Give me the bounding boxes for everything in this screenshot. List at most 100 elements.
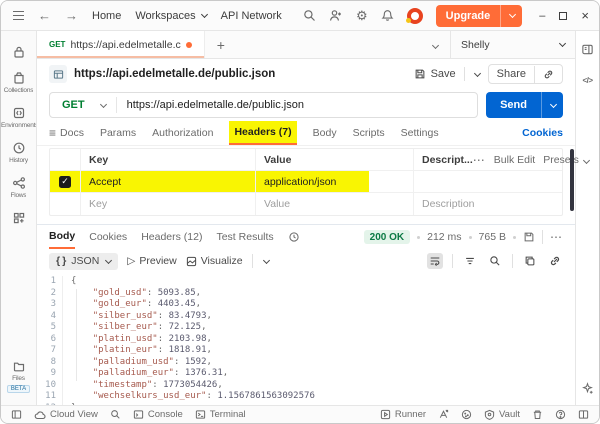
method-selector[interactable]: GET [50,99,116,111]
code-line: "palladium_eur": 1376.31, [71,368,575,380]
url-input[interactable]: https://api.edelmetalle.de/public.json [117,99,477,111]
tab-overview-chevron-icon[interactable] [419,39,450,51]
postbot-icon[interactable] [581,382,594,395]
sidebar-item-history[interactable]: History [1,135,37,170]
save-response-icon[interactable] [523,231,535,243]
send-options-chevron-icon[interactable] [541,92,563,118]
send-button[interactable]: Send [486,92,541,118]
code-snippet-icon[interactable]: </> [582,76,592,85]
open-request-tab[interactable]: GET https://api.edelmetalle.c [37,31,205,58]
response-more-options-icon[interactable]: ⋯ [550,234,563,240]
workspace-lock-icon[interactable] [1,39,37,65]
home-menu[interactable]: Home [92,10,121,22]
api-network-menu[interactable]: API Network [221,10,282,22]
upgrade-button[interactable]: Upgrade [436,5,523,27]
workspaces-menu[interactable]: Workspaces [135,10,206,22]
code-line: { [71,276,575,288]
close-button[interactable]: × [581,8,589,23]
line-number: 8 [37,357,56,369]
hamburger-menu-icon[interactable] [13,11,24,20]
bulk-edit-button[interactable]: Bulk Edit [494,154,535,166]
response-body-viewer[interactable]: 123456789101112 { "gold_usd": 5093.85, "… [37,273,575,405]
forward-icon[interactable]: → [65,9,78,22]
notifications-bell-icon[interactable] [381,9,394,22]
configure-sidebar-icon[interactable] [1,205,37,231]
url-row: GET https://api.edelmetalle.de/public.js… [37,89,575,121]
save-options-chevron-icon[interactable] [474,69,481,76]
header-description-cell[interactable] [413,171,562,192]
sidebar-item-environments[interactable]: Environments [1,100,37,135]
console-button[interactable]: Console [133,409,183,420]
response-size[interactable]: 765 B [479,231,506,243]
visualize-button[interactable]: Visualize [186,255,243,267]
search-icon[interactable] [303,9,316,22]
invite-user-icon[interactable] [329,9,343,22]
copy-link-icon[interactable] [534,66,562,83]
copy-response-icon[interactable] [522,253,538,269]
header-value-cell[interactable]: application/json [255,171,413,192]
more-options-icon[interactable]: ⋯ [473,157,486,163]
line-number: 10 [37,380,56,392]
response-toolbar: { } JSON ▷Preview Visualize [37,249,575,273]
tab-scripts[interactable]: Scripts [353,121,385,145]
response-tab-headers[interactable]: Headers (12) [141,225,202,249]
format-selector[interactable]: { } JSON [49,253,118,270]
request-title: https://api.edelmetalle.de/public.json [74,68,407,80]
visualize-options-chevron-icon[interactable] [263,256,270,263]
environment-quick-look-icon[interactable] [581,43,594,56]
description-placeholder[interactable]: Description [413,193,562,215]
help-icon[interactable] [555,409,566,420]
runner-button[interactable]: Runner [380,409,426,420]
response-link-icon[interactable] [547,253,563,269]
response-tab-test-results[interactable]: Test Results [216,225,273,249]
environment-selector[interactable]: Shelly [450,31,575,58]
tab-body[interactable]: Body [313,121,337,145]
tab-docs[interactable]: ≡Docs [49,121,84,145]
share-button[interactable]: Share [489,65,534,83]
sidebar-item-collections[interactable]: Collections [1,65,37,100]
row-checkbox[interactable]: ✓ [59,176,71,188]
terminal-button[interactable]: Terminal [195,409,246,420]
wrap-lines-icon[interactable] [427,253,443,269]
tab-params[interactable]: Params [100,121,136,145]
status-badge[interactable]: 200 OK [364,230,410,244]
tab-authorization[interactable]: Authorization [152,121,213,145]
key-placeholder[interactable]: Key [80,193,255,215]
beautify-icon[interactable] [462,253,478,269]
response-tab-body[interactable]: Body [49,225,75,249]
tab-settings[interactable]: Settings [401,121,439,145]
response-history-icon[interactable] [288,231,300,243]
header-key-cell[interactable]: Accept [80,171,255,192]
response-time[interactable]: 212 ms [427,231,461,243]
new-tab-button[interactable]: + [205,37,237,53]
search-response-icon[interactable] [487,253,503,269]
cookies-link[interactable]: Cookies [522,127,563,139]
presets-button[interactable]: Presets [543,154,589,166]
minimize-button[interactable]: – [539,10,545,22]
avatar[interactable] [407,8,423,24]
maximize-button[interactable] [559,12,567,20]
tab-headers[interactable]: Headers (7) [229,121,296,145]
cloud-view-button[interactable]: Cloud View [34,409,98,420]
preview-button[interactable]: ▷Preview [127,255,176,267]
sidebar-item-files[interactable]: Files BETA [1,353,37,399]
response-json-body: { "gold_usd": 5093.85, "gold_eur": 4403.… [63,276,575,405]
scrollbar-thumb[interactable] [570,149,574,211]
settings-gear-icon[interactable]: ⚙ [356,8,368,24]
chevron-down-icon [100,100,107,107]
save-button[interactable]: Save [414,68,456,80]
value-placeholder[interactable]: Value [255,193,413,215]
upgrade-caret[interactable] [500,5,522,27]
sidebar-item-flows[interactable]: Flows [1,170,37,205]
split-panel-icon[interactable] [578,409,589,420]
line-number: 1 [37,276,56,288]
select-agent-icon[interactable] [438,409,449,420]
back-icon[interactable]: ← [38,9,51,22]
find-icon[interactable] [110,409,121,420]
cookies-icon[interactable] [461,409,472,420]
vault-button[interactable]: Vault [484,409,520,420]
toggle-sidebar-icon[interactable] [11,409,22,420]
line-number-gutter: 123456789101112 [37,276,63,405]
trash-icon[interactable] [532,409,543,420]
response-tab-cookies[interactable]: Cookies [89,225,127,249]
